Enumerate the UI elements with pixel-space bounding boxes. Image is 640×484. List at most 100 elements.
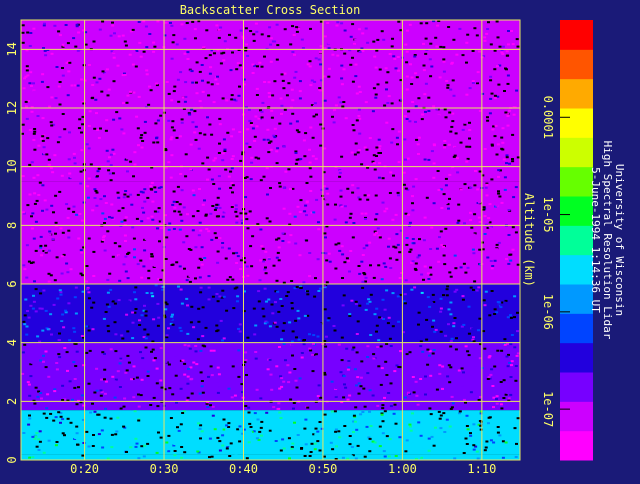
speckle — [106, 324, 110, 327]
speckle — [262, 315, 266, 318]
speckle — [504, 67, 507, 70]
speckle — [129, 90, 132, 93]
speckle — [228, 60, 232, 63]
speckle — [465, 61, 468, 64]
speckle — [63, 347, 67, 349]
speckle — [309, 175, 313, 178]
speckle — [139, 351, 142, 354]
speckle — [343, 121, 346, 124]
speckle — [410, 83, 414, 85]
speckle — [311, 353, 315, 356]
speckle — [167, 327, 170, 330]
speckle — [344, 221, 348, 224]
speckle — [456, 221, 460, 224]
speckle — [427, 455, 431, 458]
speckle — [343, 383, 346, 386]
speckle — [183, 344, 187, 347]
speckle — [414, 120, 417, 123]
speckle — [491, 385, 495, 387]
speckle — [281, 79, 285, 82]
speckle — [505, 50, 509, 53]
speckle — [164, 308, 168, 311]
speckle — [254, 324, 258, 327]
speckle — [345, 257, 349, 260]
speckle — [359, 385, 363, 388]
speckle — [414, 105, 418, 108]
speckle — [318, 421, 322, 423]
speckle — [109, 153, 113, 156]
speckle — [498, 195, 502, 198]
speckle — [423, 158, 427, 161]
speckle — [57, 339, 61, 342]
speckle — [410, 76, 414, 79]
colorbar-tick-label: 1e-07 — [541, 391, 555, 427]
speckle — [131, 63, 135, 66]
speckle — [259, 259, 263, 262]
speckle — [296, 205, 300, 208]
speckle — [395, 173, 399, 176]
speckle — [99, 389, 103, 392]
heatmap-layer — [21, 284, 520, 343]
speckle — [179, 213, 183, 216]
speckle — [263, 287, 267, 290]
speckle — [282, 187, 286, 189]
speckle — [391, 325, 395, 328]
speckle — [52, 292, 56, 295]
layer-fill — [21, 284, 520, 343]
speckle — [164, 158, 168, 161]
speckle — [146, 370, 150, 373]
speckle — [178, 265, 182, 268]
speckle — [443, 431, 447, 433]
speckle — [474, 170, 477, 172]
speckle — [22, 432, 26, 434]
speckle — [357, 149, 361, 152]
speckle — [451, 120, 455, 123]
backscatter-chart-svg: Backscatter Cross Section 02468101214 0:… — [0, 0, 640, 480]
speckle — [363, 296, 367, 299]
speckle — [195, 81, 198, 84]
speckle — [228, 33, 231, 36]
speckle — [331, 448, 335, 451]
speckle — [469, 432, 472, 435]
speckle — [472, 448, 476, 451]
speckle — [171, 120, 175, 123]
speckle — [79, 272, 83, 275]
speckle — [486, 220, 490, 223]
speckle — [449, 301, 453, 304]
colorbar-segment — [560, 342, 593, 373]
speckle — [78, 118, 82, 121]
speckle — [55, 441, 59, 443]
speckle — [41, 184, 45, 187]
speckle — [208, 123, 212, 126]
speckle — [455, 337, 458, 340]
speckle — [430, 435, 434, 438]
speckle — [376, 404, 380, 407]
speckle — [239, 212, 243, 215]
speckle — [217, 36, 221, 39]
speckle — [333, 329, 337, 332]
speckle — [172, 227, 176, 230]
speckle — [402, 300, 406, 303]
speckle — [352, 222, 356, 224]
speckle — [376, 38, 380, 41]
speckle — [511, 425, 515, 427]
speckle — [438, 372, 442, 375]
speckle — [446, 86, 450, 89]
speckle — [177, 285, 180, 288]
speckle — [351, 23, 355, 26]
speckle — [290, 184, 294, 187]
speckle — [79, 162, 83, 165]
speckle — [207, 286, 211, 289]
speckle — [104, 311, 108, 313]
speckle — [69, 268, 73, 271]
speckle — [273, 80, 277, 83]
speckle — [99, 198, 103, 201]
layer-fill — [21, 454, 520, 460]
speckle — [483, 449, 487, 452]
speckle — [215, 330, 219, 333]
speckle — [171, 41, 175, 44]
speckle — [26, 204, 30, 207]
speckle — [249, 245, 253, 248]
speckle — [490, 92, 494, 95]
speckle — [507, 262, 511, 265]
